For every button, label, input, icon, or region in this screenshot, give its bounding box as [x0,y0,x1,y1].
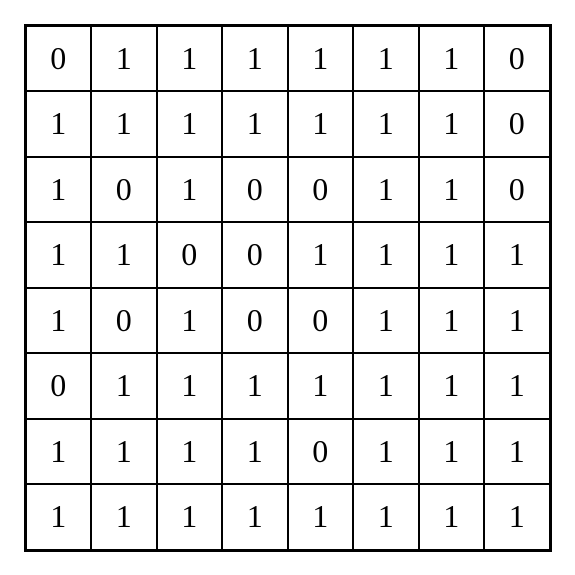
grid-cell: 1 [353,222,419,288]
grid-cell: 1 [484,288,550,354]
grid-cell: 1 [91,26,157,92]
grid-cell: 1 [484,222,550,288]
grid-cell: 1 [288,91,354,157]
grid-cell: 0 [222,157,288,223]
grid-cell: 1 [353,484,419,550]
grid-cell: 1 [26,419,92,485]
grid-cell: 1 [157,288,223,354]
grid-cell: 0 [157,222,223,288]
grid-cell: 1 [353,353,419,419]
grid-cell: 1 [353,26,419,92]
grid-cell: 1 [26,222,92,288]
grid-cell: 0 [26,353,92,419]
grid-cell: 0 [288,419,354,485]
grid-cell: 0 [91,157,157,223]
grid-cell: 1 [26,288,92,354]
grid-cell: 1 [484,419,550,485]
grid-cell: 1 [91,484,157,550]
grid-cell: 1 [157,353,223,419]
grid-cell: 1 [91,419,157,485]
grid-cell: 1 [288,484,354,550]
grid-cell: 1 [222,91,288,157]
grid-cell: 1 [26,91,92,157]
grid-cell: 0 [222,288,288,354]
grid-cell: 0 [288,157,354,223]
grid-cell: 1 [353,157,419,223]
grid-cell: 1 [419,91,485,157]
grid-cell: 0 [91,288,157,354]
grid-cell: 1 [26,157,92,223]
grid-cell: 1 [222,26,288,92]
grid-cell: 1 [419,353,485,419]
grid-cell: 0 [26,26,92,92]
grid-cell: 1 [91,91,157,157]
grid-cell: 0 [288,288,354,354]
grid-cell: 1 [91,353,157,419]
grid-cell: 1 [353,91,419,157]
grid-cell: 0 [484,26,550,92]
grid-cell: 1 [157,26,223,92]
grid-cell: 1 [419,288,485,354]
grid-cell: 1 [157,484,223,550]
grid-cell: 1 [288,222,354,288]
grid-cell: 1 [419,484,485,550]
grid-cell: 1 [157,157,223,223]
grid-cell: 1 [484,353,550,419]
grid-cell: 0 [222,222,288,288]
grid-cell: 1 [222,353,288,419]
grid-cell: 1 [288,26,354,92]
grid-cell: 1 [222,484,288,550]
grid-cell: 1 [484,484,550,550]
grid-cell: 1 [353,419,419,485]
grid-cell: 1 [288,353,354,419]
binary-grid: 0 1 1 1 1 1 1 0 1 1 1 1 1 1 1 0 1 0 1 0 … [24,24,552,552]
grid-cell: 1 [91,222,157,288]
grid-cell: 1 [419,157,485,223]
grid-cell: 1 [419,26,485,92]
grid-cell: 1 [26,484,92,550]
grid-cell: 1 [419,419,485,485]
grid-cell: 1 [419,222,485,288]
grid-cell: 1 [157,419,223,485]
grid-cell: 0 [484,91,550,157]
grid-cell: 1 [222,419,288,485]
grid-cell: 1 [157,91,223,157]
grid-cell: 1 [353,288,419,354]
grid-cell: 0 [484,157,550,223]
